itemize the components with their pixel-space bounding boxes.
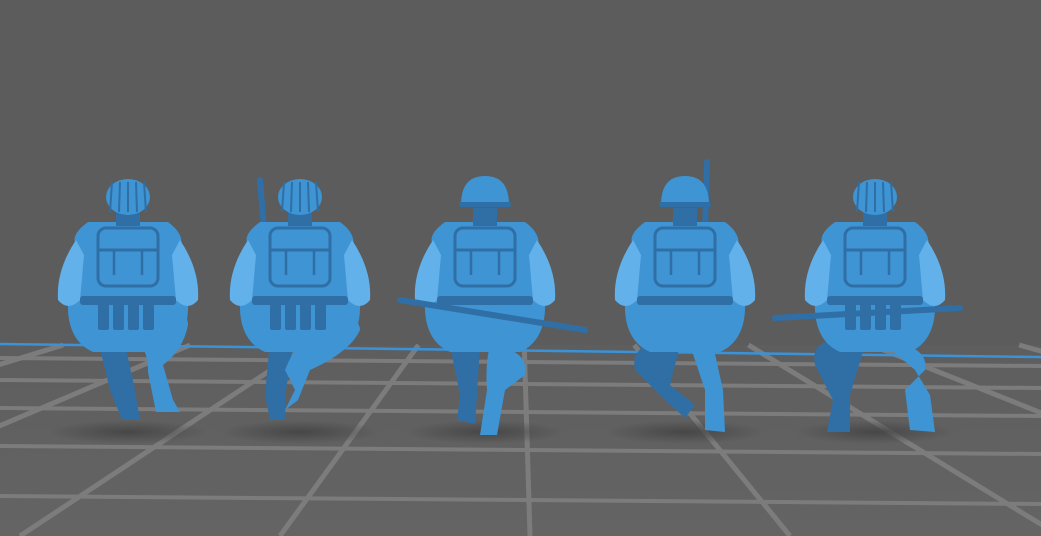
helmet-net-line [118, 181, 121, 213]
helmet-brim [659, 202, 711, 207]
3d-viewport[interactable] [0, 0, 1041, 536]
belt [437, 296, 533, 305]
model-shadow [48, 420, 208, 444]
helmet-net-line [290, 181, 293, 213]
model-shadow [220, 420, 380, 444]
neck [473, 208, 497, 226]
ammo-pouch [285, 300, 296, 330]
ammo-pouch [113, 300, 124, 330]
backpack [96, 226, 160, 288]
backpack [843, 226, 907, 288]
ammo-pouch [890, 300, 901, 330]
backpack [268, 226, 332, 288]
helmet-net-line [882, 181, 885, 213]
ammo-pouch [300, 300, 311, 330]
ammo-pouch [128, 300, 139, 330]
helmet-net-line [307, 181, 310, 213]
model-shadow [605, 420, 765, 444]
helmet-net-line [135, 181, 138, 213]
ammo-pouch [98, 300, 109, 330]
helmet-brim [459, 202, 511, 207]
backpack [653, 226, 717, 288]
ammo-pouch [270, 300, 281, 330]
ammo-pouch [315, 300, 326, 330]
ammo-pouch [143, 300, 154, 330]
neck [673, 208, 697, 226]
helmet-net-line [865, 181, 868, 213]
model-shadows [48, 420, 955, 444]
scene-canvas[interactable] [0, 0, 1041, 536]
belt [637, 296, 733, 305]
backpack [453, 226, 517, 288]
